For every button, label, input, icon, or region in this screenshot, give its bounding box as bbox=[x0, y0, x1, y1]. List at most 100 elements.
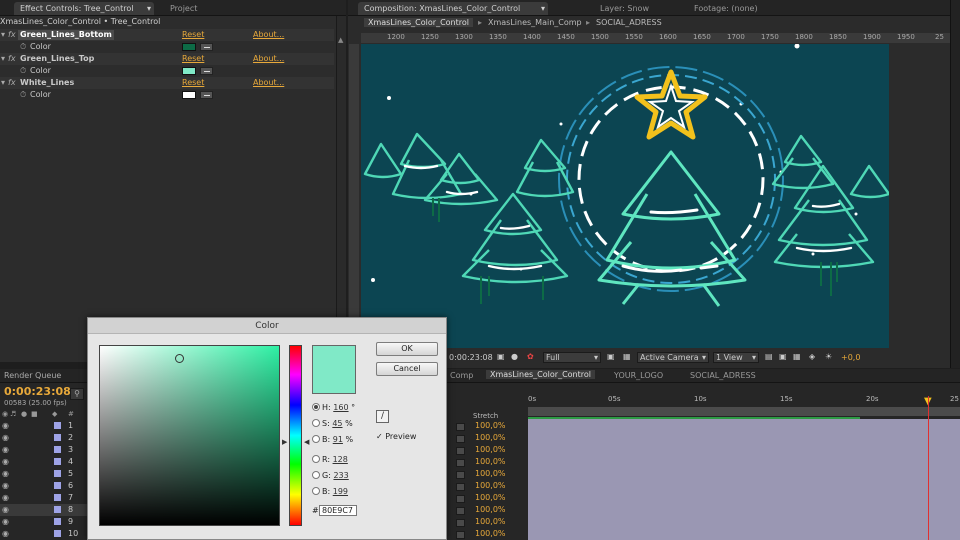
color-swatch[interactable] bbox=[182, 67, 196, 75]
s-value[interactable]: 45 bbox=[332, 419, 342, 428]
stretch-value[interactable]: 100,0% bbox=[475, 493, 506, 502]
exposure-icon[interactable]: ☀ bbox=[825, 352, 832, 361]
twirl-icon[interactable]: ▾ bbox=[1, 53, 5, 65]
eye-icon[interactable]: ◉ bbox=[2, 528, 9, 540]
eyedropper-icon[interactable] bbox=[200, 43, 213, 51]
hex-input[interactable]: 80E9C7 bbox=[319, 505, 357, 516]
radio-b[interactable] bbox=[312, 435, 320, 443]
label-icon[interactable]: ◆ bbox=[52, 410, 57, 418]
radio-g[interactable] bbox=[312, 471, 320, 479]
fx-icon[interactable]: fx bbox=[8, 29, 16, 41]
parent-dropdown[interactable] bbox=[456, 531, 465, 539]
label-color[interactable] bbox=[54, 422, 61, 429]
stretch-value[interactable]: 100,0% bbox=[475, 445, 506, 454]
eye-icon[interactable]: ◉ bbox=[2, 516, 9, 528]
stopwatch-icon[interactable]: ⏱ bbox=[20, 65, 26, 77]
stretch-value[interactable]: 100,0% bbox=[475, 421, 506, 430]
tab-composition[interactable]: Composition: XmasLines_Color_Control ▾ bbox=[358, 2, 548, 15]
g-value[interactable]: 233 bbox=[333, 471, 348, 480]
parent-dropdown[interactable] bbox=[456, 435, 465, 443]
view-layout-dropdown[interactable]: 1 View ▾ bbox=[713, 352, 759, 363]
radio-h[interactable] bbox=[312, 403, 320, 411]
stretch-value[interactable]: 100,0% bbox=[475, 433, 506, 442]
eye-icon[interactable]: ◉ bbox=[2, 410, 8, 418]
label-color[interactable] bbox=[54, 446, 61, 453]
stretch-value[interactable]: 100,0% bbox=[475, 529, 506, 538]
label-color[interactable] bbox=[54, 434, 61, 441]
eye-icon[interactable]: ◉ bbox=[2, 468, 9, 480]
color-channel-icon[interactable]: ✿ bbox=[527, 352, 534, 361]
label-color[interactable] bbox=[54, 482, 61, 489]
label-color[interactable] bbox=[54, 530, 61, 537]
fx-icon[interactable]: fx bbox=[8, 53, 16, 65]
reset-link[interactable]: Reset bbox=[182, 53, 204, 65]
hue-slider-left-arrow-icon[interactable]: ▶ bbox=[282, 438, 287, 446]
tab-your-logo[interactable]: YOUR_LOGO bbox=[614, 371, 663, 380]
stretch-value[interactable]: 100,0% bbox=[475, 457, 506, 466]
color-swatch[interactable] bbox=[182, 91, 196, 99]
resolution-dropdown[interactable]: Full ▾ bbox=[543, 352, 601, 363]
red-field[interactable]: R: 128 bbox=[312, 454, 348, 466]
label-color[interactable] bbox=[54, 518, 61, 525]
b-value[interactable]: 91 bbox=[333, 435, 343, 444]
dialog-title[interactable]: Color bbox=[88, 318, 446, 334]
layer-bars[interactable] bbox=[528, 419, 960, 540]
transparency-grid-icon[interactable]: ▦ bbox=[623, 352, 631, 361]
tab-render-queue[interactable]: Render Queue bbox=[4, 371, 61, 380]
hue-slider[interactable] bbox=[289, 345, 302, 526]
stretch-value[interactable]: 100,0% bbox=[475, 481, 506, 490]
radio-bb[interactable] bbox=[312, 487, 320, 495]
comp-timecode[interactable]: 0:00:23:08 bbox=[449, 353, 493, 362]
tab-effect-controls[interactable]: Effect Controls: Tree_Control ▾ bbox=[14, 2, 154, 15]
region-of-interest-icon[interactable]: ▣ bbox=[607, 352, 615, 361]
parent-dropdown[interactable] bbox=[456, 447, 465, 455]
timeline-icon[interactable]: ▦ bbox=[793, 352, 801, 361]
toggle-pixel-aspect-icon[interactable]: ▤ bbox=[765, 352, 773, 361]
reset-link[interactable]: Reset bbox=[182, 77, 204, 89]
fx-icon[interactable]: fx bbox=[8, 77, 16, 89]
fast-preview-icon[interactable]: ▣ bbox=[779, 352, 787, 361]
effect-row-white-lines[interactable]: ▾ fx White_Lines Reset About... bbox=[0, 77, 334, 89]
eye-icon[interactable]: ◉ bbox=[2, 420, 9, 432]
show-snapshot-icon[interactable]: ● bbox=[511, 352, 518, 361]
audio-icon[interactable]: ♬ bbox=[10, 410, 16, 418]
crumb-item[interactable]: XmasLines_Color_Control bbox=[364, 18, 473, 27]
parent-dropdown[interactable] bbox=[456, 471, 465, 479]
parent-dropdown[interactable] bbox=[456, 507, 465, 515]
parent-dropdown[interactable] bbox=[456, 483, 465, 491]
eye-icon[interactable]: ◉ bbox=[2, 444, 9, 456]
twirl-icon[interactable]: ▾ bbox=[1, 29, 5, 41]
hue-slider-right-arrow-icon[interactable]: ◀ bbox=[304, 438, 309, 446]
preview-checkbox[interactable]: ✓ Preview bbox=[376, 432, 416, 441]
color-swatch[interactable] bbox=[182, 43, 196, 51]
eye-icon[interactable]: ◉ bbox=[2, 492, 9, 504]
stretch-value[interactable]: 100,0% bbox=[475, 469, 506, 478]
snapshot-icon[interactable]: ▣ bbox=[497, 352, 505, 361]
saturation-brightness-field[interactable] bbox=[99, 345, 280, 526]
effect-name[interactable]: White_Lines bbox=[20, 77, 74, 89]
lock-icon[interactable]: ■ bbox=[31, 410, 38, 418]
stretch-value[interactable]: 100,0% bbox=[475, 505, 506, 514]
hue-field[interactable]: H: 160 ° bbox=[312, 402, 355, 414]
effect-controls-scrollbar[interactable]: ▲ bbox=[336, 16, 346, 362]
label-color[interactable] bbox=[54, 458, 61, 465]
flowchart-icon[interactable]: ◈ bbox=[809, 352, 815, 361]
tab-project[interactable]: Project bbox=[164, 2, 203, 15]
effect-row-green-lines-top[interactable]: ▾ fx Green_Lines_Top Reset About... bbox=[0, 53, 334, 65]
effect-row-green-lines-bottom[interactable]: ▾ fx Green_Lines_Bottom Reset About... bbox=[0, 29, 334, 41]
parent-dropdown[interactable] bbox=[456, 495, 465, 503]
eyedropper-icon[interactable] bbox=[200, 67, 213, 75]
label-color[interactable] bbox=[54, 506, 61, 513]
tab-comp[interactable]: Comp bbox=[450, 371, 473, 380]
camera-dropdown[interactable]: Active Camera ▾ bbox=[637, 352, 709, 363]
green-field[interactable]: G: 233 bbox=[312, 470, 349, 482]
tab-footage[interactable]: Footage: (none) bbox=[688, 2, 764, 15]
eyedropper-icon[interactable]: ∕ bbox=[376, 410, 389, 423]
work-area-bar[interactable] bbox=[528, 407, 960, 416]
scroll-up-icon[interactable]: ▲ bbox=[338, 36, 343, 44]
radio-r[interactable] bbox=[312, 455, 320, 463]
stretch-value[interactable]: 100,0% bbox=[475, 517, 506, 526]
exposure-value[interactable]: +0,0 bbox=[841, 353, 860, 362]
effect-name[interactable]: Green_Lines_Bottom bbox=[18, 30, 114, 40]
ok-button[interactable]: OK bbox=[376, 342, 438, 356]
